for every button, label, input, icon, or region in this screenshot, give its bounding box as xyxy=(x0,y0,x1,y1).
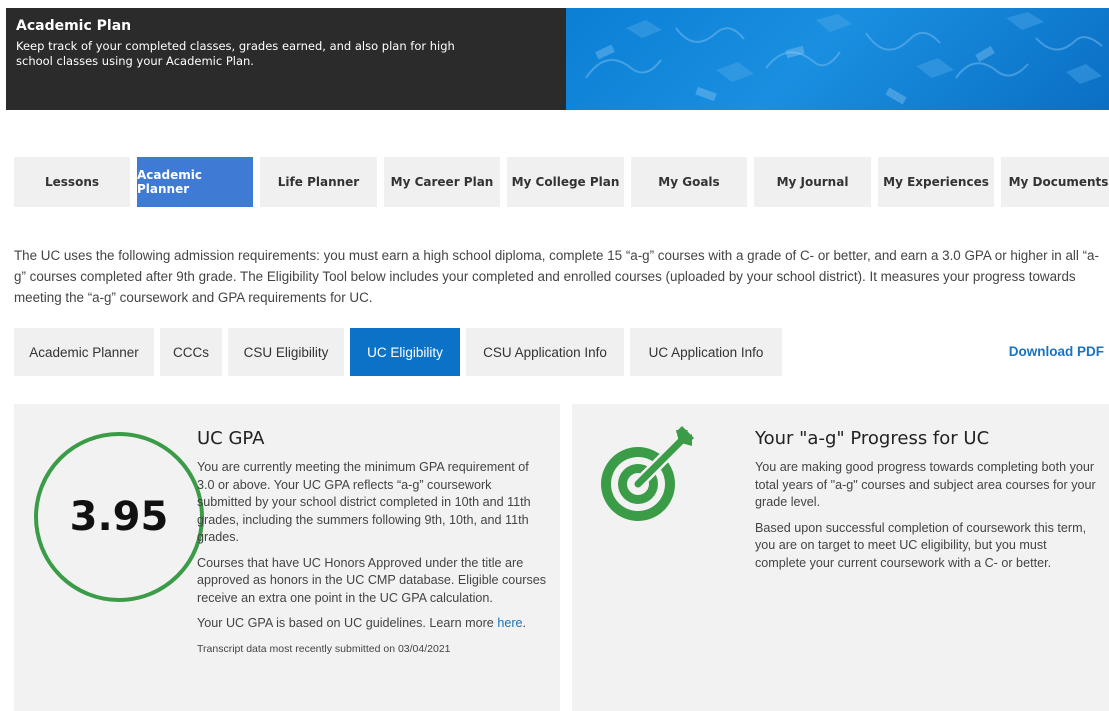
tab-my-career-plan[interactable]: My Career Plan xyxy=(384,157,500,207)
hero-image xyxy=(566,8,1109,110)
uc-gpa-title: UC GPA xyxy=(197,428,265,449)
subtab-uc-eligibility[interactable]: UC Eligibility xyxy=(350,328,460,376)
hero-banner: Academic Plan Keep track of your complet… xyxy=(6,8,1109,110)
page-title: Academic Plan xyxy=(16,18,132,34)
subtab-cccs[interactable]: CCCs xyxy=(160,328,222,376)
page-description: Keep track of your completed classes, gr… xyxy=(16,39,455,68)
download-pdf-link[interactable]: Download PDF xyxy=(1009,344,1104,359)
transcript-note: Transcript data most recently submitted … xyxy=(197,642,451,655)
tab-my-goals[interactable]: My Goals xyxy=(631,157,747,207)
main-tab-bar: Lessons Academic Planner Life Planner My… xyxy=(14,157,1109,207)
target-arrow-icon xyxy=(601,426,694,521)
tab-life-planner[interactable]: Life Planner xyxy=(260,157,377,207)
gpa-value: 3.95 xyxy=(69,494,169,540)
graduation-caps-illustration xyxy=(585,12,1103,105)
gpa-ring: 3.95 xyxy=(34,432,204,602)
subtab-academic-planner[interactable]: Academic Planner xyxy=(14,328,154,376)
uc-gpa-paragraph-1: You are currently meeting the minimum GP… xyxy=(197,460,531,544)
uc-gpa-card: 3.95 UC GPA You are currently meeting th… xyxy=(14,404,560,711)
uc-gpa-paragraph-2: Courses that have UC Honors Approved und… xyxy=(197,555,547,605)
subtab-csu-application-info[interactable]: CSU Application Info xyxy=(466,328,624,376)
hero-text-panel: Academic Plan Keep track of your complet… xyxy=(6,8,566,110)
ag-progress-body: You are making good progress towards com… xyxy=(755,459,1100,580)
ag-progress-card: Your "a-g" Progress for UC You are makin… xyxy=(572,404,1109,711)
learn-more-link[interactable]: here xyxy=(497,616,522,630)
admission-requirements-text: The UC uses the following admission requ… xyxy=(14,248,1099,305)
uc-gpa-paragraph-3: Your UC GPA is based on UC guidelines. L… xyxy=(197,616,527,630)
tab-lessons[interactable]: Lessons xyxy=(14,157,130,207)
tab-academic-planner[interactable]: Academic Planner xyxy=(137,157,253,207)
uc-gpa-body: You are currently meeting the minimum GP… xyxy=(197,459,547,666)
ag-progress-title: Your "a-g" Progress for UC xyxy=(755,428,990,449)
tab-my-journal[interactable]: My Journal xyxy=(754,157,871,207)
subtab-uc-application-info[interactable]: UC Application Info xyxy=(630,328,782,376)
tab-my-experiences[interactable]: My Experiences xyxy=(878,157,994,207)
ag-progress-paragraph-2: Based upon successful completion of cour… xyxy=(755,520,1087,570)
tab-my-college-plan[interactable]: My College Plan xyxy=(507,157,624,207)
tab-my-documents[interactable]: My Documents xyxy=(1001,157,1109,207)
ag-progress-paragraph-1: You are making good progress towards com… xyxy=(755,460,1096,509)
subtab-csu-eligibility[interactable]: CSU Eligibility xyxy=(228,328,344,376)
sub-tab-bar: Academic Planner CCCs CSU Eligibility UC… xyxy=(14,328,782,376)
